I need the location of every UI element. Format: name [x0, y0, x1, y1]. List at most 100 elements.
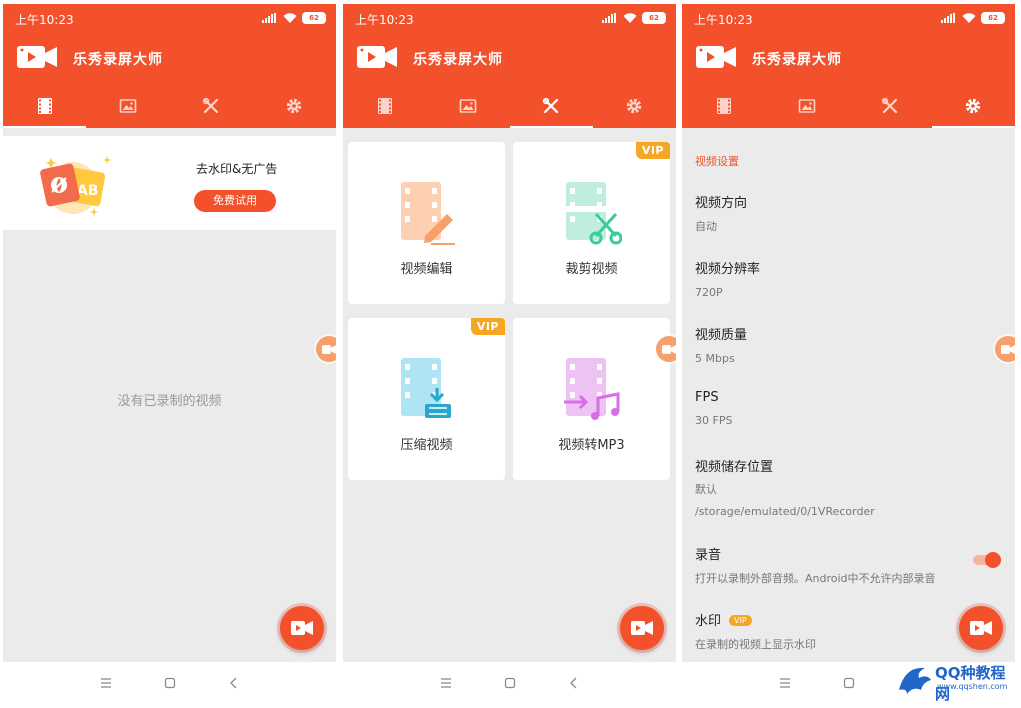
home-icon[interactable] [842, 676, 856, 690]
tab-tools[interactable] [849, 84, 932, 128]
videos-content: AB 去水印&无广告 免费试用 没有已录制的视频 [3, 128, 336, 662]
vip-badge: VIP [729, 615, 752, 626]
camera-icon [631, 621, 653, 635]
app-bar: 乐秀录屏大师 [682, 32, 1015, 84]
image-icon [119, 99, 137, 113]
system-nav-bar [343, 662, 676, 704]
tools-icon [202, 97, 219, 114]
vip-badge: VIP [470, 318, 505, 335]
setting-name: 视频质量 [695, 328, 748, 343]
setting-value-line: 默认 [695, 483, 717, 496]
menu-icon[interactable] [778, 676, 792, 690]
setting-value: 打开以录制外部音频。Android中不允许内部录音 [695, 572, 936, 585]
watermark-url: www.qqshen.com [937, 682, 1008, 691]
tab-tools[interactable] [170, 84, 253, 128]
setting-video-resolution[interactable]: 视频分辨率 720P [695, 258, 1003, 300]
tab-videos[interactable] [682, 84, 765, 128]
tool-card-video-to-mp3[interactable]: 视频转MP3 [513, 318, 670, 480]
audio-toggle-switch[interactable] [971, 552, 1001, 568]
tab-settings[interactable] [593, 84, 676, 128]
image-icon [459, 99, 477, 113]
menu-icon[interactable] [99, 676, 113, 690]
gear-icon [287, 98, 302, 114]
gear-icon [627, 98, 642, 114]
tab-images[interactable] [765, 84, 848, 128]
compress-video-icon [400, 358, 451, 418]
setting-video-orientation[interactable]: 视频方向 自动 [695, 192, 1003, 234]
gear-icon [966, 98, 981, 114]
record-fab-button[interactable] [280, 606, 324, 650]
section-title: 视频设置 [695, 155, 739, 168]
record-fab-button[interactable] [959, 606, 1003, 650]
status-bar: 上午10:23 62 [343, 4, 676, 32]
tools-icon [542, 97, 559, 114]
back-icon[interactable] [567, 676, 581, 690]
signal-icon [262, 13, 278, 23]
camera-icon [662, 344, 676, 354]
record-fab-button[interactable] [620, 606, 664, 650]
setting-storage-location[interactable]: 视频储存位置 默认 /storage/emulated/0/1VRecorder [695, 456, 1003, 523]
tool-card-trim-video[interactable]: VIP 裁剪视频 [513, 142, 670, 304]
battery-icon: 62 [302, 12, 326, 24]
tool-label: 裁剪视频 [565, 262, 618, 277]
film-icon [716, 98, 731, 114]
camera-icon [291, 621, 313, 635]
floating-recorder-handle[interactable] [995, 336, 1015, 362]
tab-images[interactable] [86, 84, 169, 128]
menu-icon[interactable] [439, 676, 453, 690]
setting-name-text: 水印 [695, 614, 722, 629]
free-trial-button[interactable]: 免费试用 [194, 190, 276, 212]
trim-video-icon [561, 182, 622, 245]
setting-watermark[interactable]: 水印 VIP 在录制的视频上显示水印 [695, 610, 1003, 652]
app-logo-icon [357, 46, 397, 68]
tools-icon [881, 97, 898, 114]
dragon-logo-icon [899, 667, 931, 694]
phone-screen-tools: 上午10:23 62 乐秀录屏大师 视频编辑 VIP 裁剪视频 VIP 压缩视频… [343, 4, 676, 704]
signal-icon [602, 13, 618, 23]
status-time: 上午10:23 [694, 13, 753, 27]
tool-card-video-edit[interactable]: 视频编辑 [348, 142, 505, 304]
floating-recorder-handle[interactable] [316, 336, 336, 362]
app-title: 乐秀录屏大师 [752, 52, 842, 68]
status-bar: 上午10:23 62 [682, 4, 1015, 32]
tool-label: 视频编辑 [400, 262, 453, 277]
setting-name: 录音 [695, 548, 722, 563]
vip-badge: VIP [635, 142, 670, 159]
setting-fps[interactable]: FPS 30 FPS [695, 390, 1003, 428]
setting-value: 5 Mbps [695, 352, 735, 365]
image-icon [798, 99, 816, 113]
setting-value: 在录制的视频上显示水印 [695, 638, 816, 651]
promo-title: 去水印&无广告 [196, 162, 278, 176]
home-icon[interactable] [503, 676, 517, 690]
tab-images[interactable] [426, 84, 509, 128]
promo-banner[interactable]: AB 去水印&无广告 免费试用 [3, 136, 336, 230]
tool-label: 视频转MP3 [558, 438, 625, 453]
tab-videos[interactable] [343, 84, 426, 128]
phone-screen-settings: 上午10:23 62 乐秀录屏大师 视频设置 视频方向 自动 视频分辨率 720… [682, 4, 1015, 704]
setting-video-quality[interactable]: 视频质量 5 Mbps [695, 324, 1003, 366]
site-watermark: QQ种教程网 www.qqshen.com [895, 660, 1008, 703]
setting-name: FPS [695, 390, 719, 405]
floating-recorder-handle[interactable] [656, 336, 676, 362]
setting-audio-record[interactable]: 录音 打开以录制外部音频。Android中不允许内部录音 [695, 544, 1003, 586]
setting-value: 30 FPS [695, 414, 733, 427]
home-icon[interactable] [163, 676, 177, 690]
setting-value: 720P [695, 286, 723, 299]
tab-settings[interactable] [253, 84, 336, 128]
status-time: 上午10:23 [355, 13, 414, 27]
battery-icon: 62 [981, 12, 1005, 24]
tab-settings[interactable] [931, 84, 1015, 128]
wifi-icon [623, 13, 637, 23]
back-icon[interactable] [227, 676, 241, 690]
film-icon [37, 98, 52, 114]
wifi-icon [283, 13, 297, 23]
settings-content: 视频设置 视频方向 自动 视频分辨率 720P 视频质量 5 Mbps FPS … [682, 128, 1015, 662]
tool-card-compress-video[interactable]: VIP 压缩视频 [348, 318, 505, 480]
tab-tools[interactable] [509, 84, 594, 128]
battery-icon: 62 [642, 12, 666, 24]
tab-videos[interactable] [3, 84, 87, 128]
video-to-mp3-icon [563, 358, 619, 420]
app-title: 乐秀录屏大师 [73, 52, 163, 68]
app-logo-icon [696, 46, 736, 68]
no-watermark-art-icon: AB [40, 156, 111, 216]
